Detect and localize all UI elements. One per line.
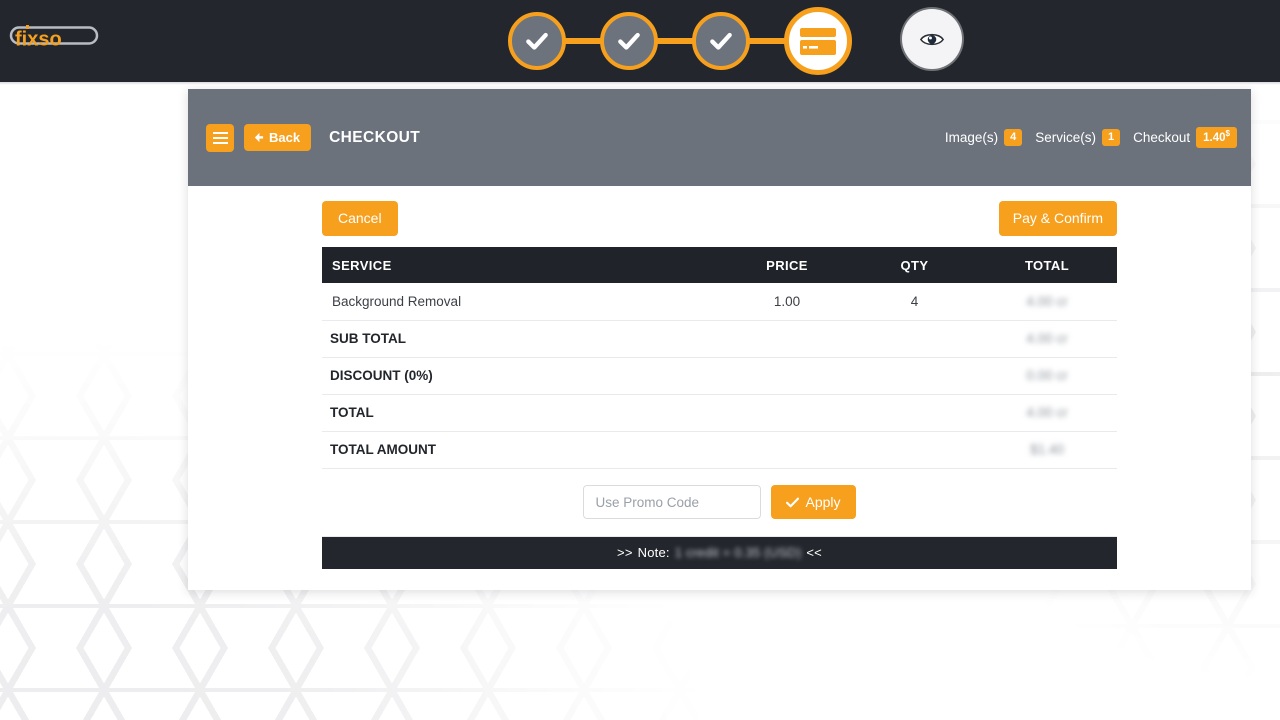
stat-services-badge: 1: [1101, 128, 1121, 147]
table-head: SERVICE PRICE QTY TOTAL: [322, 247, 1117, 283]
value-total-amount: $1.40: [977, 431, 1117, 469]
column-header-service: SERVICE: [322, 247, 722, 283]
cancel-button[interactable]: Cancel: [322, 200, 398, 236]
stepper-connector-2: [655, 38, 695, 44]
hamburger-icon: [212, 131, 228, 144]
back-button[interactable]: Back: [244, 124, 312, 151]
credit-note-bar: >> Note: 1 credit = 0.35 (USD) <<: [322, 536, 1117, 569]
table-row: Background Removal 1.00 4 4.00 cr: [322, 283, 1117, 321]
table-body: Background Removal 1.00 4 4.00 cr SUB TO…: [322, 283, 1117, 469]
table-row-total: TOTAL 4.00 cr: [322, 394, 1117, 432]
stepper-step-1-completed[interactable]: [508, 12, 566, 70]
stat-checkout-badge: 1.40$: [1196, 127, 1237, 148]
panel-header-stats: Image(s) 4 Service(s) 1 Checkout 1.40$: [945, 127, 1237, 148]
fixso-logo[interactable]: fixso: [8, 22, 100, 56]
cell-service-qty: 4: [852, 283, 977, 321]
note-prefix: >>: [617, 545, 633, 560]
stat-services-label: Service(s): [1035, 130, 1096, 145]
panel-body: Cancel Pay & Confirm SERVICE PRICE QTY T…: [188, 186, 1251, 590]
action-buttons-row: Cancel Pay & Confirm: [322, 200, 1117, 236]
checkout-table-wrapper: SERVICE PRICE QTY TOTAL Background Remov…: [322, 247, 1117, 569]
arrow-left-icon: [254, 132, 264, 143]
label-sub-total: SUB TOTAL: [322, 320, 977, 358]
stepper-step-3-completed[interactable]: [692, 12, 750, 70]
panel-header-left: Back CHECKOUT: [206, 123, 421, 152]
checkout-stepper: [508, 7, 852, 75]
check-icon: [786, 497, 800, 507]
stat-images-badge: 4: [1004, 128, 1023, 147]
value-total-amount-value: $1.40: [1030, 442, 1064, 457]
stat-services: Service(s) 1: [1035, 128, 1121, 147]
cell-service-total: 4.00 cr: [977, 283, 1117, 321]
stepper-connector-3: [747, 38, 787, 44]
value-discount-amount: 0.00 cr: [1026, 368, 1068, 383]
stepper-step-2-completed[interactable]: [600, 12, 658, 70]
back-button-label: Back: [269, 130, 301, 145]
table-row-subtotal: SUB TOTAL 4.00 cr: [322, 320, 1117, 358]
checkout-table: SERVICE PRICE QTY TOTAL Background Remov…: [322, 247, 1117, 469]
column-header-qty: QTY: [852, 247, 977, 283]
preview-button[interactable]: [902, 9, 962, 69]
column-header-price: PRICE: [722, 247, 852, 283]
promo-code-input[interactable]: [583, 485, 762, 519]
apply-promo-label: Apply: [805, 494, 841, 510]
cell-service-name: Background Removal: [322, 283, 722, 321]
panel-header: Back CHECKOUT Image(s) 4 Service(s) 1 Ch…: [188, 89, 1251, 186]
table-row-total-amount: TOTAL AMOUNT $1.40: [322, 431, 1117, 469]
column-header-total: TOTAL: [977, 247, 1117, 283]
eye-icon: [920, 33, 944, 45]
label-total: TOTAL: [322, 394, 977, 432]
promo-code-row: Apply: [322, 468, 1117, 537]
menu-toggle-button[interactable]: [206, 123, 234, 152]
value-discount: 0.00 cr: [977, 357, 1117, 395]
pay-and-confirm-button[interactable]: Pay & Confirm: [998, 200, 1117, 236]
note-suffix: <<: [806, 545, 822, 560]
top-navigation-bar: fixso: [0, 0, 1280, 82]
table-header-row: SERVICE PRICE QTY TOTAL: [322, 247, 1117, 283]
label-discount: DISCOUNT (0%): [322, 357, 977, 395]
value-sub-total-amount: 4.00 cr: [1026, 331, 1068, 346]
stat-checkout-label: Checkout: [1133, 130, 1191, 145]
svg-text:fixso: fixso: [15, 29, 62, 51]
value-sub-total: 4.00 cr: [977, 320, 1117, 358]
table-row-discount: DISCOUNT (0%) 0.00 cr: [322, 357, 1117, 395]
stat-images: Image(s) 4: [944, 128, 1023, 147]
cell-service-total-value: 4.00 cr: [1026, 293, 1068, 309]
note-value: 1 credit = 0.35 (USD): [674, 545, 802, 560]
stat-checkout-currency: $: [1225, 129, 1230, 139]
top-nav-shadow: [0, 82, 1280, 85]
cell-service-price: 1.00: [722, 283, 852, 321]
stat-checkout: Checkout 1.40$: [1133, 127, 1237, 148]
stepper-step-4-payment-active[interactable]: [784, 7, 852, 75]
label-total-amount: TOTAL AMOUNT: [322, 431, 977, 469]
value-total-amount: 4.00 cr: [1026, 405, 1068, 420]
stat-checkout-amount: 1.40: [1203, 132, 1226, 145]
stepper-connector-1: [563, 38, 603, 44]
value-total: 4.00 cr: [977, 394, 1117, 432]
page-title: CHECKOUT: [329, 128, 421, 146]
apply-promo-button[interactable]: Apply: [771, 485, 856, 519]
stat-images-label: Image(s): [944, 130, 999, 145]
note-label: Note:: [637, 545, 670, 560]
checkout-panel: Back CHECKOUT Image(s) 4 Service(s) 1 Ch…: [188, 89, 1251, 590]
